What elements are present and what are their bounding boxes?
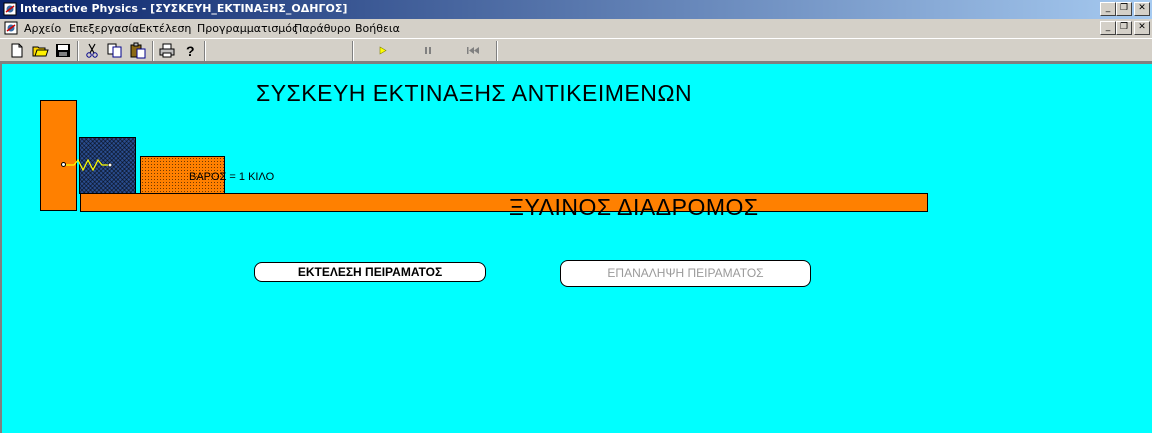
rewind-icon[interactable] xyxy=(464,42,482,59)
restore-button[interactable]: ❐ xyxy=(1116,2,1132,16)
help-icon[interactable]: ? xyxy=(181,42,199,59)
toolbar-separator xyxy=(152,41,154,61)
menu-scripting[interactable]: Προγραμματισμός xyxy=(197,22,298,35)
window-title: Interactive Physics - [ΣΥΣΚΕΥΗ_ΕΚΤΙΝΑΞΗΣ… xyxy=(20,2,348,15)
doc-restore-button[interactable]: ❐ xyxy=(1116,21,1132,35)
menu-edit[interactable]: Επεξεργασία xyxy=(69,22,139,35)
new-file-icon[interactable] xyxy=(8,42,26,59)
toolbar: ? xyxy=(0,38,1152,62)
run-icon[interactable] xyxy=(374,42,392,59)
document-icon[interactable] xyxy=(4,21,18,35)
svg-text:?: ? xyxy=(186,43,195,59)
paste-icon[interactable] xyxy=(129,42,147,59)
wooden-track[interactable] xyxy=(80,193,928,212)
pause-icon[interactable] xyxy=(419,42,437,59)
spring-icon[interactable] xyxy=(66,155,112,175)
save-icon[interactable] xyxy=(54,42,72,59)
track-label: ΞΥΛΙΝΟΣ ΔΙΑΔΡΟΜΟΣ xyxy=(509,194,759,220)
open-folder-icon[interactable] xyxy=(31,42,49,59)
doc-close-button[interactable]: ✕ xyxy=(1134,21,1150,35)
app-icon xyxy=(3,2,17,16)
toolbar-separator xyxy=(204,41,206,61)
title-bar: Interactive Physics - [ΣΥΣΚΕΥΗ_ΕΚΤΙΝΑΞΗΣ… xyxy=(0,0,1152,19)
menu-window[interactable]: Παράθυρο xyxy=(294,22,351,35)
doc-minimize-button[interactable]: _ xyxy=(1100,21,1116,35)
weight-label: ΒΑΡΟΣ = 1 ΚΙΛΟ xyxy=(189,171,275,183)
print-icon[interactable] xyxy=(158,42,176,59)
minimize-button[interactable]: _ xyxy=(1100,2,1116,16)
menu-run[interactable]: Εκτέλεση xyxy=(139,22,191,35)
repeat-experiment-button[interactable]: ΕΠΑΝΑΛΗΨΗ ΠΕΙΡΑΜΑΤΟΣ xyxy=(560,260,811,287)
page-title: ΣΥΣΚΕΥΗ ΕΚΤΙΝΑΞΗΣ ΑΝΤΙΚΕΙΜΕΝΩΝ xyxy=(256,80,693,106)
cut-icon[interactable] xyxy=(83,42,101,59)
toolbar-separator xyxy=(352,41,354,61)
menu-bar: Αρχείο Επεξεργασία Εκτέλεση Προγραμματισ… xyxy=(0,19,1152,38)
toolbar-separator xyxy=(77,41,79,61)
menu-help[interactable]: Βοήθεια xyxy=(355,22,400,35)
copy-icon[interactable] xyxy=(106,42,124,59)
toolbar-separator xyxy=(496,41,498,61)
simulation-canvas[interactable]: ΣΥΣΚΕΥΗ ΕΚΤΙΝΑΞΗΣ ΑΝΤΙΚΕΙΜΕΝΩΝ ΒΑΡΟΣ = 1… xyxy=(0,62,1152,433)
menu-file[interactable]: Αρχείο xyxy=(24,22,61,35)
run-experiment-button[interactable]: ΕΚΤΕΛΕΣΗ ΠΕΙΡΑΜΑΤΟΣ xyxy=(254,262,486,282)
close-button[interactable]: ✕ xyxy=(1134,2,1150,16)
